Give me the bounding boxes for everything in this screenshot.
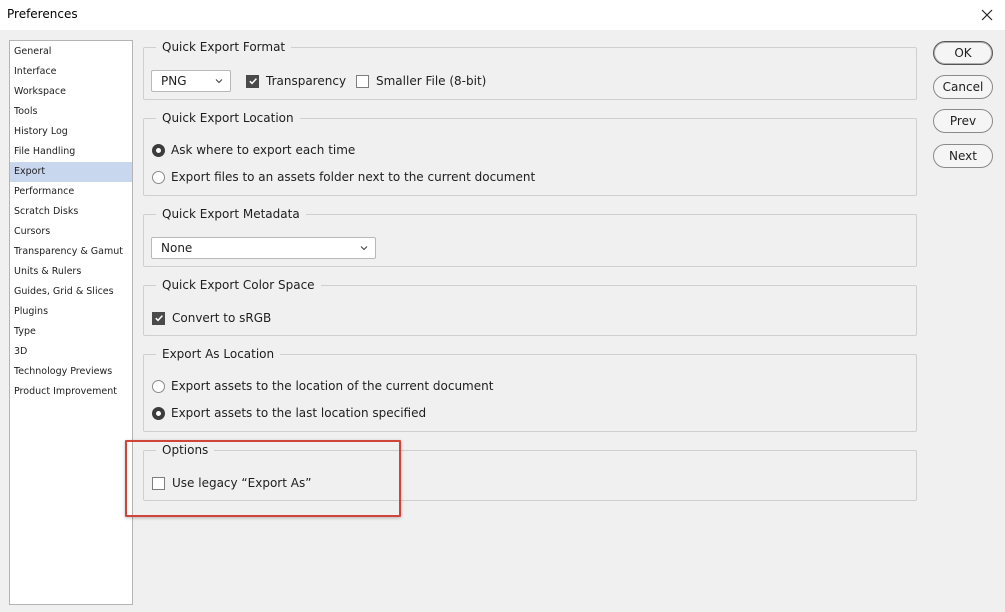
assets-folder-radio[interactable] <box>152 170 165 184</box>
current-document-location-option[interactable]: Export assets to the location of the cur… <box>152 379 493 393</box>
metadata-select[interactable]: None <box>151 237 376 259</box>
close-button[interactable] <box>969 0 1005 30</box>
close-icon <box>981 9 993 21</box>
format-select[interactable]: PNG <box>151 70 231 92</box>
quick-export-metadata-group: Quick Export Metadata None <box>143 206 917 267</box>
ask-where-radio[interactable] <box>152 143 165 157</box>
ok-button[interactable]: OK <box>933 41 993 65</box>
assets-folder-label: Export files to an assets folder next to… <box>171 170 536 184</box>
convert-srgb-checkbox[interactable] <box>152 311 165 325</box>
last-location-label: Export assets to the last location speci… <box>171 406 427 420</box>
ask-where-label: Ask where to export each time <box>171 143 356 157</box>
sidebar-item-technology-previews[interactable]: Technology Previews <box>10 362 132 382</box>
sidebar-item-interface[interactable]: Interface <box>10 62 132 82</box>
sidebar-item-guides-grid-slices[interactable]: Guides, Grid & Slices <box>10 282 132 302</box>
sidebar-item-3d[interactable]: 3D <box>10 342 132 362</box>
last-location-radio[interactable] <box>152 406 165 420</box>
quick-export-color-space-title: Quick Export Color Space <box>156 277 321 293</box>
sidebar-item-history-log[interactable]: History Log <box>10 122 132 142</box>
title-bar: Preferences <box>0 0 1005 30</box>
smaller-file-option[interactable]: Smaller File (8-bit) <box>356 74 486 88</box>
last-location-option[interactable]: Export assets to the last location speci… <box>152 406 426 420</box>
sidebar-item-general[interactable]: General <box>10 42 132 62</box>
ask-where-option[interactable]: Ask where to export each time <box>152 143 355 157</box>
sidebar-item-transparency-gamut[interactable]: Transparency & Gamut <box>10 242 132 262</box>
highlight-box <box>125 440 401 517</box>
quick-export-location-group: Quick Export Location Ask where to expor… <box>143 110 917 196</box>
checkmark-icon <box>154 315 163 322</box>
transparency-label: Transparency <box>266 74 347 88</box>
sidebar-item-units-rulers[interactable]: Units & Rulers <box>10 262 132 282</box>
convert-srgb-label: Convert to sRGB <box>172 311 272 325</box>
sidebar-item-export[interactable]: Export <box>10 162 132 182</box>
transparency-option[interactable]: Transparency <box>246 74 346 88</box>
preferences-category-list: General Interface Workspace Tools Histor… <box>9 40 133 605</box>
sidebar-item-workspace[interactable]: Workspace <box>10 82 132 102</box>
sidebar-item-cursors[interactable]: Cursors <box>10 222 132 242</box>
transparency-checkbox[interactable] <box>246 74 259 88</box>
quick-export-format-title: Quick Export Format <box>156 39 292 55</box>
metadata-select-value: None <box>161 241 193 255</box>
sidebar-item-file-handling[interactable]: File Handling <box>10 142 132 162</box>
cancel-button[interactable]: Cancel <box>933 75 993 99</box>
prev-button[interactable]: Prev <box>933 109 993 133</box>
smaller-file-label: Smaller File (8-bit) <box>376 74 487 88</box>
smaller-file-checkbox[interactable] <box>356 74 369 88</box>
assets-folder-option[interactable]: Export files to an assets folder next to… <box>152 170 535 184</box>
sidebar-item-product-improvement[interactable]: Product Improvement <box>10 382 132 402</box>
quick-export-format-group: Quick Export Format PNG Transparency Sma… <box>143 39 917 100</box>
quick-export-color-space-group: Quick Export Color Space Convert to sRGB <box>143 277 917 336</box>
quick-export-location-title: Quick Export Location <box>156 110 300 126</box>
sidebar-item-scratch-disks[interactable]: Scratch Disks <box>10 202 132 222</box>
quick-export-metadata-title: Quick Export Metadata <box>156 206 306 222</box>
checkmark-icon <box>248 78 257 85</box>
chevron-down-icon <box>360 246 368 251</box>
convert-srgb-option[interactable]: Convert to sRGB <box>152 311 271 325</box>
sidebar-item-tools[interactable]: Tools <box>10 102 132 122</box>
format-select-value: PNG <box>161 74 187 88</box>
window-title: Preferences <box>7 7 78 21</box>
sidebar-item-type[interactable]: Type <box>10 322 132 342</box>
current-document-location-radio[interactable] <box>152 379 165 393</box>
export-as-location-title: Export As Location <box>156 346 281 362</box>
next-button[interactable]: Next <box>933 144 993 168</box>
sidebar-item-performance[interactable]: Performance <box>10 182 132 202</box>
chevron-down-icon <box>215 79 223 84</box>
sidebar-item-plugins[interactable]: Plugins <box>10 302 132 322</box>
current-document-location-label: Export assets to the location of the cur… <box>171 379 494 393</box>
export-as-location-group: Export As Location Export assets to the … <box>143 346 917 432</box>
